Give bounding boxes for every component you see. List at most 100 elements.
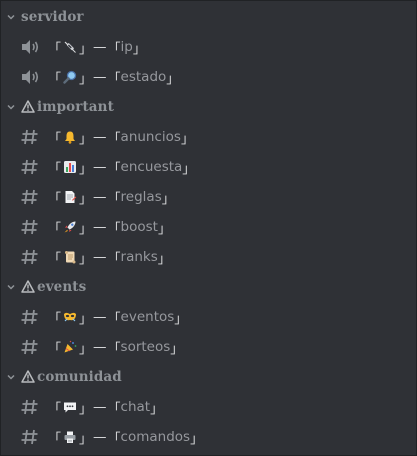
bracket-open: 「 xyxy=(107,221,121,237)
channel-label: 「 」 — 「 encuesta 」 xyxy=(48,152,195,182)
separator: — xyxy=(93,159,107,175)
bracket-open: 「 xyxy=(48,191,62,207)
channel-label: 「 」 — 「 estado 」 xyxy=(48,62,179,92)
bell-icon xyxy=(62,129,78,145)
separator: — xyxy=(93,309,107,325)
chevron-down-icon xyxy=(7,13,15,21)
bracket-close: 」 xyxy=(170,341,184,357)
category-name: comunidad xyxy=(37,369,122,385)
separator: — xyxy=(93,219,107,235)
bracket-close: 」 xyxy=(79,341,93,357)
channel-name: comandos xyxy=(120,429,191,445)
bracket-open: 「 xyxy=(107,311,121,327)
bracket-open: 「 xyxy=(107,401,121,417)
warning-icon xyxy=(21,278,35,297)
party-popper-icon xyxy=(62,339,78,355)
hash-icon xyxy=(20,248,40,266)
channel-label: 「 」 — 「 eventos 」 xyxy=(48,302,187,332)
channel-chat[interactable]: 「 」 — 「 chat 」 xyxy=(1,392,417,422)
bracket-open: 「 xyxy=(107,251,121,267)
channel-name: eventos xyxy=(120,309,175,325)
bracket-close: 」 xyxy=(180,131,194,147)
hash-icon xyxy=(20,128,40,146)
category-name: events xyxy=(37,279,87,295)
channel-label: 「 」 — 「 chat 」 xyxy=(48,392,163,422)
bracket-open: 「 xyxy=(48,161,62,177)
separator: — xyxy=(93,339,107,355)
channel-estado[interactable]: 「 」 — 「 estado 」 xyxy=(1,62,417,92)
bracket-close: 」 xyxy=(132,41,146,57)
bracket-close: 」 xyxy=(79,161,93,177)
channel-label: 「 」 — 「 ranks 」 xyxy=(48,242,171,272)
chevron-down-icon xyxy=(7,103,15,111)
channel-comandos[interactable]: 「 」 — 「 comandos 」 xyxy=(1,422,417,452)
separator: — xyxy=(93,39,107,55)
bracket-open: 「 xyxy=(48,341,62,357)
channel-eventos[interactable]: 「 」 — 「 eventos 」 xyxy=(1,302,417,332)
channel-boost[interactable]: 「 」 — 「 boost 」 xyxy=(1,212,417,242)
bracket-close: 」 xyxy=(79,131,93,147)
syringe-icon xyxy=(62,39,78,55)
channel-anuncios[interactable]: 「 」 — 「 anuncios 」 xyxy=(1,122,417,152)
channel-label: 「 」 — 「 boost 」 xyxy=(48,212,171,242)
speaker-icon xyxy=(20,68,40,86)
hash-icon xyxy=(20,398,40,416)
channel-label: 「 」 — 「 comandos 」 xyxy=(48,422,203,452)
channel-name: encuesta xyxy=(120,159,183,175)
category-events[interactable]: events xyxy=(1,275,86,299)
channel-encuesta[interactable]: 「 」 — 「 encuesta 」 xyxy=(1,152,417,182)
hash-icon xyxy=(20,428,40,446)
bracket-close: 」 xyxy=(157,221,171,237)
channel-name: estado xyxy=(120,69,167,85)
category-comunidad[interactable]: comunidad xyxy=(1,365,122,389)
bracket-open: 「 xyxy=(107,71,121,87)
warning-icon xyxy=(21,98,35,117)
bracket-open: 「 xyxy=(107,191,121,207)
channel-reglas[interactable]: 「 」 — 「 reglas 」 xyxy=(1,182,417,212)
separator: — xyxy=(93,69,107,85)
channel-label: 「 」 — 「 anuncios 」 xyxy=(48,122,194,152)
hash-icon xyxy=(20,188,40,206)
bracket-close: 」 xyxy=(190,431,204,447)
channel-name: anuncios xyxy=(120,129,181,145)
channel-label: 「 」 — 「 ip 」 xyxy=(48,32,146,62)
channel-name: reglas xyxy=(120,189,162,205)
category-important[interactable]: important xyxy=(1,95,114,119)
document-icon xyxy=(62,189,78,205)
channel-list: { "categories": [ {"name": "servidor", "… xyxy=(0,0,417,456)
separator: — xyxy=(93,129,107,145)
channel-ip[interactable]: 「 」 — 「 ip 」 xyxy=(1,32,417,62)
bracket-close: 」 xyxy=(79,191,93,207)
chevron-down-icon xyxy=(7,283,15,291)
bracket-close: 」 xyxy=(161,191,175,207)
bracket-close: 」 xyxy=(150,401,164,417)
speech-bubble-icon xyxy=(62,399,78,415)
bracket-open: 「 xyxy=(48,311,62,327)
warning-icon xyxy=(21,368,35,387)
mask-icon xyxy=(62,309,78,325)
scroll-icon xyxy=(62,249,78,265)
channel-ranks[interactable]: 「 」 — 「 ranks 」 xyxy=(1,242,417,272)
category-name: important xyxy=(37,99,114,115)
separator: — xyxy=(93,249,107,265)
bracket-close: 」 xyxy=(79,431,93,447)
bracket-close: 」 xyxy=(79,401,93,417)
hash-icon xyxy=(20,338,40,356)
separator: — xyxy=(93,189,107,205)
rocket-icon xyxy=(62,219,78,235)
bracket-close: 」 xyxy=(174,311,188,327)
bracket-open: 「 xyxy=(48,251,62,267)
bar-chart-icon xyxy=(62,159,78,175)
bracket-open: 「 xyxy=(107,341,121,357)
channel-label: 「 」 — 「 reglas 」 xyxy=(48,182,175,212)
bracket-close: 」 xyxy=(79,251,93,267)
bracket-open: 「 xyxy=(107,161,121,177)
channel-name: ranks xyxy=(120,249,158,265)
category-servidor[interactable]: servidor xyxy=(1,5,84,29)
channel-sorteos[interactable]: 「 」 — 「 sorteos 」 xyxy=(1,332,417,362)
bracket-open: 「 xyxy=(48,401,62,417)
hash-icon xyxy=(20,308,40,326)
bracket-open: 「 xyxy=(48,71,62,87)
bracket-open: 「 xyxy=(48,431,62,447)
bracket-close: 」 xyxy=(166,71,180,87)
